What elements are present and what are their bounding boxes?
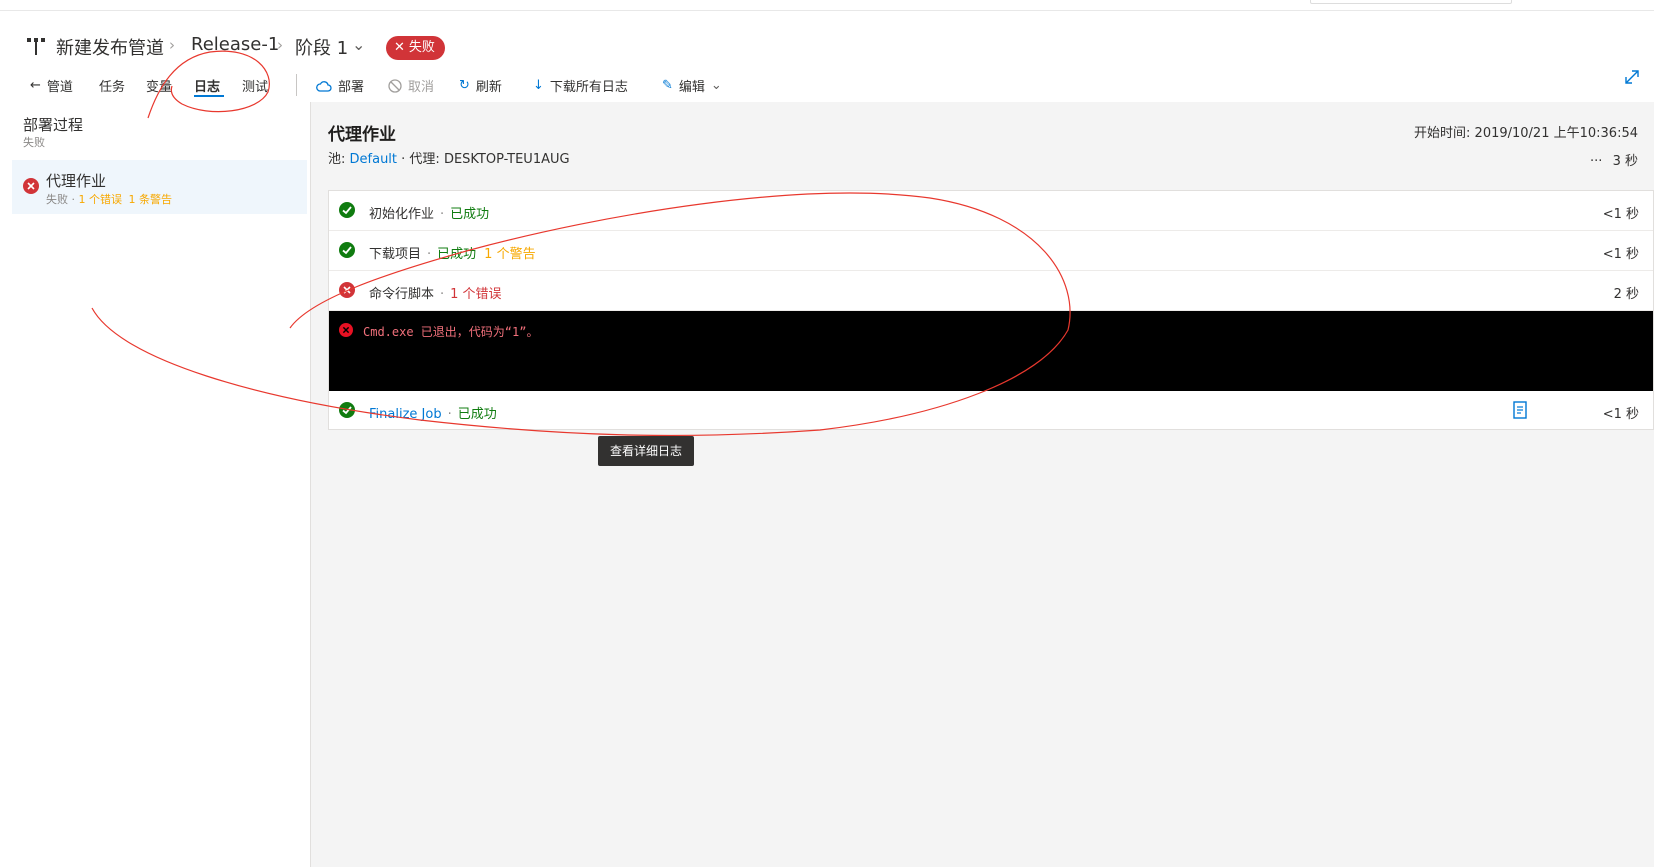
arrow-left-icon: ← <box>30 78 41 93</box>
step-name: 初始化作业 <box>369 207 435 222</box>
tab-tests[interactable]: 测试 <box>242 76 268 95</box>
refresh-button[interactable]: ↻ 刷新 <box>459 76 502 95</box>
sidebar-item-agent-job[interactable]: 代理作业 失败 · 1 个错误 1 条警告 <box>12 160 307 214</box>
job-title: 代理作业 <box>328 125 396 145</box>
sidebar-title: 部署过程 <box>23 116 84 134</box>
error-icon <box>339 282 355 298</box>
deployment-process-sidebar: 部署过程 失败 代理作业 失败 · 1 个错误 1 条警告 <box>0 102 311 867</box>
job-details-pane: 代理作业 池: Default · 代理: DESKTOP-TEU1AUG 开始… <box>311 102 1654 867</box>
download-icon: ↓ <box>533 78 544 93</box>
step-name-link[interactable]: Finalize Job <box>369 407 442 422</box>
chevron-down-icon[interactable]: ⌄ <box>352 35 365 54</box>
release-pipeline-icon <box>27 38 45 55</box>
header: 新建发布管道 › Release-1 › 阶段 1 ⌄ ✕ 失败 <box>0 14 1654 70</box>
view-detail-log-tooltip: 查看详细日志 <box>598 436 694 466</box>
breadcrumb-pipeline[interactable]: 新建发布管道 <box>56 34 164 60</box>
job-duration: ··· 3 秒 <box>1590 154 1638 169</box>
view-log-icon[interactable] <box>1512 401 1528 419</box>
check-circle-icon <box>339 242 355 258</box>
back-to-pipeline-button[interactable]: ← 管道 <box>30 76 73 95</box>
console-output: Cmd.exe 已退出，代码为“1”。 <box>329 311 1653 391</box>
toolbar: ← 管道 任务 变量 日志 测试 部署 取消 ↻ 刷新 ↓ 下载所有日志 ✎ 编… <box>0 64 1654 103</box>
step-status: 已成功 <box>450 207 490 222</box>
status-badge: ✕ 失败 <box>386 36 445 60</box>
step-duration: 2 秒 <box>1613 287 1639 302</box>
cloud-icon <box>316 80 332 92</box>
chevron-down-icon: ⌄ <box>710 78 722 93</box>
step-name: 下载项目 <box>369 247 422 262</box>
step-row-download[interactable]: 下载项目 · 已成功 1 个警告 <1 秒 <box>329 231 1653 271</box>
close-icon: ✕ <box>394 40 405 55</box>
search-box-edge[interactable] <box>1310 0 1512 4</box>
step-status: 已成功 <box>437 247 477 262</box>
job-start-time: 开始时间: 2019/10/21 上午10:36:54 <box>1414 126 1638 141</box>
sidebar-subtitle: 失败 <box>23 136 45 149</box>
check-circle-icon <box>339 402 355 418</box>
step-status: 1 个错误 <box>450 287 502 302</box>
toolbar-divider <box>296 74 297 96</box>
step-duration: <1 秒 <box>1602 407 1639 422</box>
step-status: 已成功 <box>457 407 497 422</box>
tab-logs[interactable]: 日志 <box>194 76 220 95</box>
active-tab-indicator <box>194 95 224 97</box>
step-row-init[interactable]: 初始化作业 · 已成功 <1 秒 <box>329 191 1653 231</box>
step-warning: 1 个警告 <box>484 247 536 262</box>
chevron-right-icon: › <box>169 36 175 54</box>
step-row-cmdline[interactable]: 命令行脚本 · 1 个错误 2 秒 <box>329 271 1653 311</box>
console-line: Cmd.exe 已退出，代码为“1”。 <box>363 325 539 339</box>
job-pool-info: 池: Default · 代理: DESKTOP-TEU1AUG <box>328 152 570 167</box>
breadcrumb-release[interactable]: Release-1 <box>191 34 279 55</box>
check-circle-icon <box>339 202 355 218</box>
error-icon <box>23 178 39 194</box>
step-duration: <1 秒 <box>1602 247 1639 262</box>
expand-icon[interactable] <box>1623 68 1641 86</box>
pool-link[interactable]: Default <box>350 152 398 167</box>
sidebar-item-label: 代理作业 <box>46 172 107 190</box>
breadcrumb-stage[interactable]: 阶段 1 <box>295 34 348 60</box>
sidebar-item-meta: 失败 · 1 个错误 1 条警告 <box>46 193 172 206</box>
job-steps-list: 初始化作业 · 已成功 <1 秒 下载项目 · 已成功 1 个警告 <1 秒 命令行脚本 ·… <box>328 190 1654 430</box>
tab-variables[interactable]: 变量 <box>146 76 172 95</box>
more-options-icon[interactable]: ··· <box>1590 154 1602 169</box>
chevron-right-icon: › <box>277 36 283 54</box>
step-name: 命令行脚本 <box>369 287 435 302</box>
status-badge-label: 失败 <box>408 40 435 55</box>
download-logs-button[interactable]: ↓ 下载所有日志 <box>533 76 628 95</box>
deploy-button[interactable]: 部署 <box>316 76 364 95</box>
tab-tasks[interactable]: 任务 <box>99 76 125 95</box>
step-row-finalize[interactable]: Finalize Job · 已成功 <1 秒 <box>329 391 1653 431</box>
top-strip <box>0 0 1654 11</box>
pencil-icon: ✎ <box>662 78 673 93</box>
step-duration: <1 秒 <box>1602 207 1639 222</box>
cancel-icon <box>388 78 402 93</box>
error-icon <box>339 323 353 337</box>
refresh-icon: ↻ <box>459 78 470 93</box>
edit-button[interactable]: ✎ 编辑 ⌄ <box>662 76 722 95</box>
cancel-button[interactable]: 取消 <box>388 76 434 95</box>
